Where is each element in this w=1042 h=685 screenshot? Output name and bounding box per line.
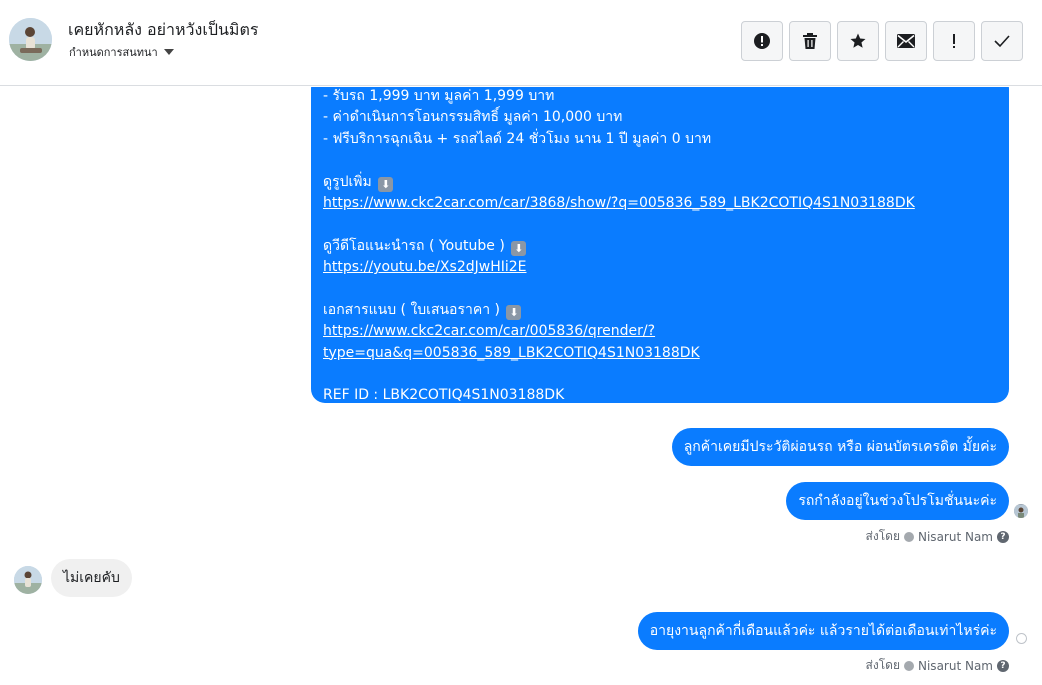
video-link[interactable]: https://youtu.be/Xs2dJwHIi2E	[323, 259, 527, 275]
photos-link[interactable]: https://www.ckc2car.com/car/3868/show/?q…	[323, 195, 915, 211]
outgoing-message[interactable]: อายุงานลูกค้ากี่เดือนแล้วค่ะ แล้วรายได้ต…	[637, 612, 1009, 650]
sent-by-label: ส่งโดย Nisarut Nam ?	[866, 656, 1009, 675]
mark-done-button[interactable]	[981, 21, 1023, 61]
sender-name[interactable]: Nisarut Nam	[918, 659, 993, 673]
assign-conversation-label: กำหนดการสนทนา	[69, 46, 158, 59]
doc-label: เอกสารแนบ ( ใบเสนอราคา )	[323, 301, 500, 318]
page-icon	[904, 531, 914, 542]
exclamation-icon	[953, 34, 955, 48]
sent-status-icon	[1016, 633, 1027, 644]
incoming-message[interactable]: ไม่เคยคับ	[51, 559, 132, 597]
trash-icon	[803, 33, 817, 49]
sender-name[interactable]: Nisarut Nam	[918, 530, 993, 544]
photos-heading: ดูรูปเพิ่ม ⬇	[323, 172, 997, 193]
seen-avatar	[1014, 504, 1028, 518]
spam-button[interactable]	[741, 21, 783, 61]
contact-name[interactable]: เคยหักหลัง อย่าหวังเป็นมิตร	[68, 18, 258, 43]
checkmark-icon	[994, 35, 1010, 48]
sent-by-label: ส่งโดย Nisarut Nam ?	[866, 527, 1009, 546]
sent-by-prefix: ส่งโดย	[865, 529, 900, 543]
contact-avatar-small[interactable]	[14, 566, 42, 594]
delete-button[interactable]	[789, 21, 831, 61]
video-label: ดูวีดีโอแนะนำรถ ( Youtube )	[323, 237, 505, 254]
chevron-down-icon	[163, 49, 174, 55]
help-icon[interactable]: ?	[997, 530, 1009, 543]
follow-up-button[interactable]	[933, 21, 975, 61]
page-icon	[904, 660, 914, 671]
star-icon	[850, 33, 866, 48]
down-arrow-icon: ⬇	[511, 240, 527, 256]
ref-id: REF ID : LBK2COTIQ4S1N03188DK	[323, 387, 565, 404]
conversation-toolbar	[741, 21, 1023, 61]
outgoing-message[interactable]: ลูกค้าเคยมีประวัติผ่อนรถ หรือ ผ่อนบัตรเค…	[671, 428, 1009, 466]
envelope-icon	[897, 34, 915, 48]
doc-heading: เอกสารแนบ ( ใบเสนอราคา ) ⬇	[323, 300, 997, 321]
contact-avatar[interactable]	[9, 18, 52, 61]
doc-link-part-1[interactable]: https://www.ckc2car.com/car/005836/qrend…	[323, 323, 655, 339]
mark-unread-button[interactable]	[885, 21, 927, 61]
down-arrow-icon: ⬇	[506, 304, 522, 320]
doc-link-part-2[interactable]: type=qua&q=005836_589_LBK2COTIQ4S1N03188…	[323, 345, 700, 361]
down-arrow-icon: ⬇	[378, 176, 394, 192]
alert-circle-icon	[754, 33, 770, 49]
offer-line-2: - ค่าดำเนินการโอนกรรมสิทธิ์ มูลค่า 10,00…	[323, 109, 623, 126]
help-icon[interactable]: ?	[997, 659, 1009, 672]
offer-line-3: - ฟรีบริการฉุกเฉิน + รถสไลด์ 24 ชั่วโมง …	[323, 130, 712, 147]
offer-line-1: - รับรถ 1,999 บาท มูลค่า 1,999 บาท	[323, 88, 555, 104]
assign-conversation-dropdown[interactable]: กำหนดการสนทนา	[69, 43, 174, 61]
star-button[interactable]	[837, 21, 879, 61]
outgoing-message-offer[interactable]: - รับรถ 1,999 บาท มูลค่า 1,999 บาท - ค่า…	[311, 87, 1009, 403]
message-thread[interactable]: - รับรถ 1,999 บาท มูลค่า 1,999 บาท - ค่า…	[0, 87, 1042, 685]
sent-by-prefix: ส่งโดย	[865, 658, 900, 672]
outgoing-message[interactable]: รถกำลังอยู่ในช่วงโปรโมชั่นนะค่ะ	[786, 482, 1009, 520]
photos-label: ดูรูปเพิ่ม	[323, 173, 372, 190]
video-heading: ดูวีดีโอแนะนำรถ ( Youtube ) ⬇	[323, 236, 997, 257]
conversation-header: เคยหักหลัง อย่าหวังเป็นมิตร กำหนดการสนทน…	[0, 0, 1042, 86]
